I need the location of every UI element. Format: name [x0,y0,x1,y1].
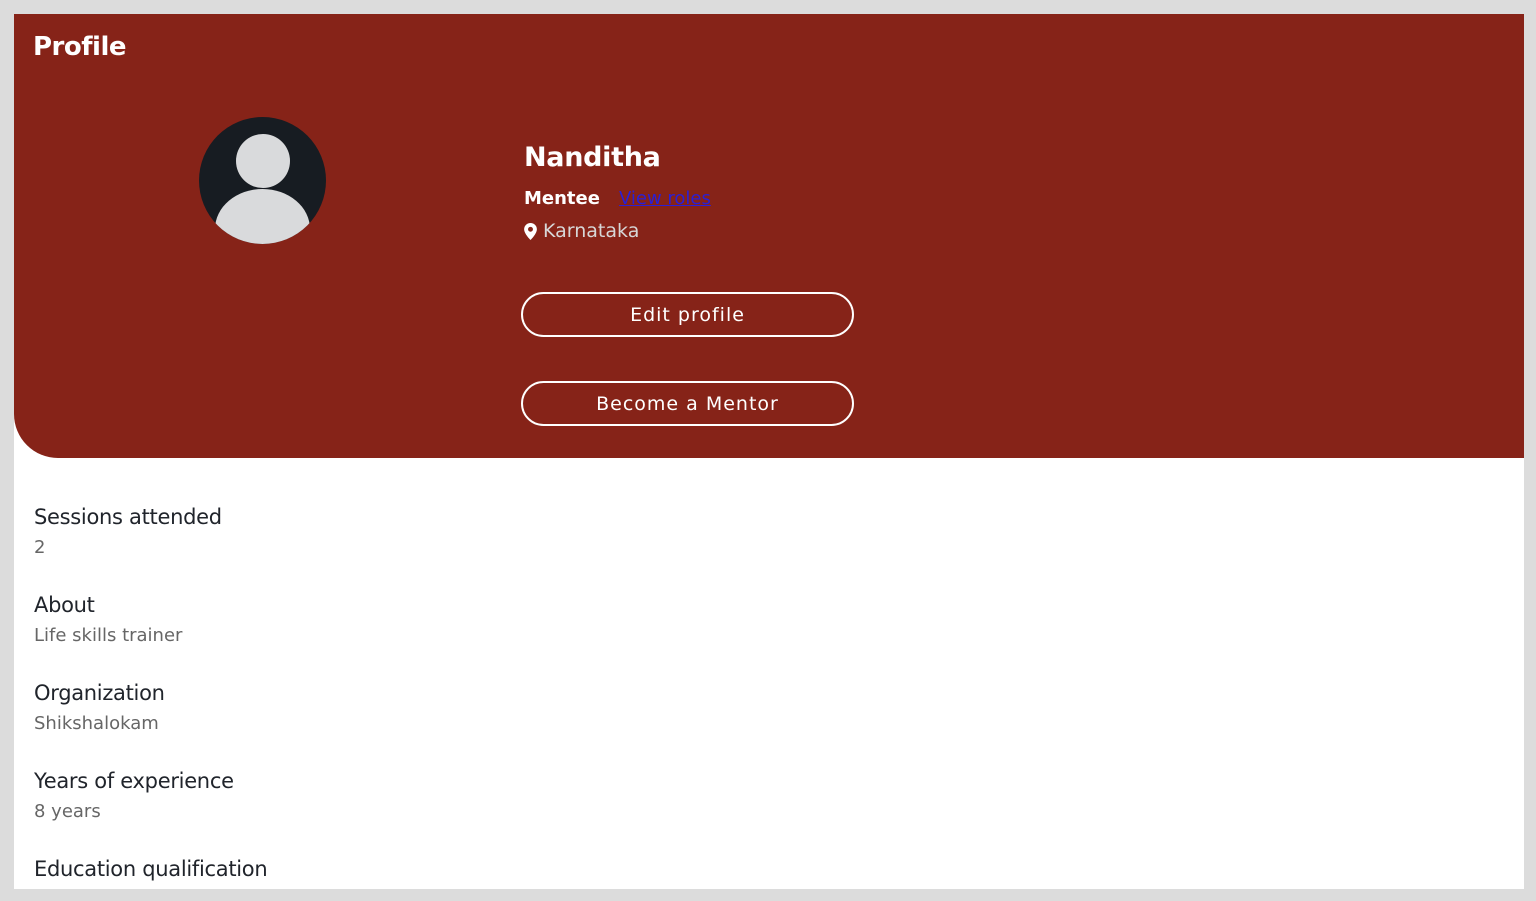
detail-label: About [34,593,95,617]
view-roles-link[interactable]: View roles [619,188,711,209]
profile-details: Sessions attended 2 About Life skills tr… [34,503,268,889]
avatar-body-icon [215,189,310,244]
profile-header-banner: Profile Nanditha Mentee View roles Karna… [14,14,1524,458]
avatar-head-icon [236,134,290,188]
detail-value: 2 [34,537,46,558]
become-mentor-button[interactable]: Become a Mentor [521,381,854,426]
user-name: Nanditha [524,142,661,173]
detail-label: Years of experience [34,769,234,793]
detail-value: 8 years [34,801,101,822]
edit-profile-button[interactable]: Edit profile [521,292,854,337]
map-pin-icon [524,222,537,240]
detail-label: Sessions attended [34,505,222,529]
detail-about: About Life skills trainer [34,591,267,679]
detail-label: Education qualification [34,857,268,881]
location-text: Karnataka [543,220,640,242]
location: Karnataka [524,220,639,242]
role-label: Mentee [524,188,600,209]
profile-page: Profile Nanditha Mentee View roles Karna… [14,14,1524,889]
role-row: Mentee View roles [524,188,711,209]
avatar [199,117,326,244]
detail-sessions-attended: Sessions attended 2 [34,503,267,591]
detail-organization: Organization Shikshalokam [34,679,267,767]
detail-value: Life skills trainer [34,625,183,646]
detail-education-qualification: Education qualification [34,855,268,889]
detail-years-of-experience: Years of experience 8 years [34,767,267,855]
detail-value: Shikshalokam [34,713,159,734]
page-title: Profile [33,32,127,62]
detail-label: Organization [34,681,165,705]
